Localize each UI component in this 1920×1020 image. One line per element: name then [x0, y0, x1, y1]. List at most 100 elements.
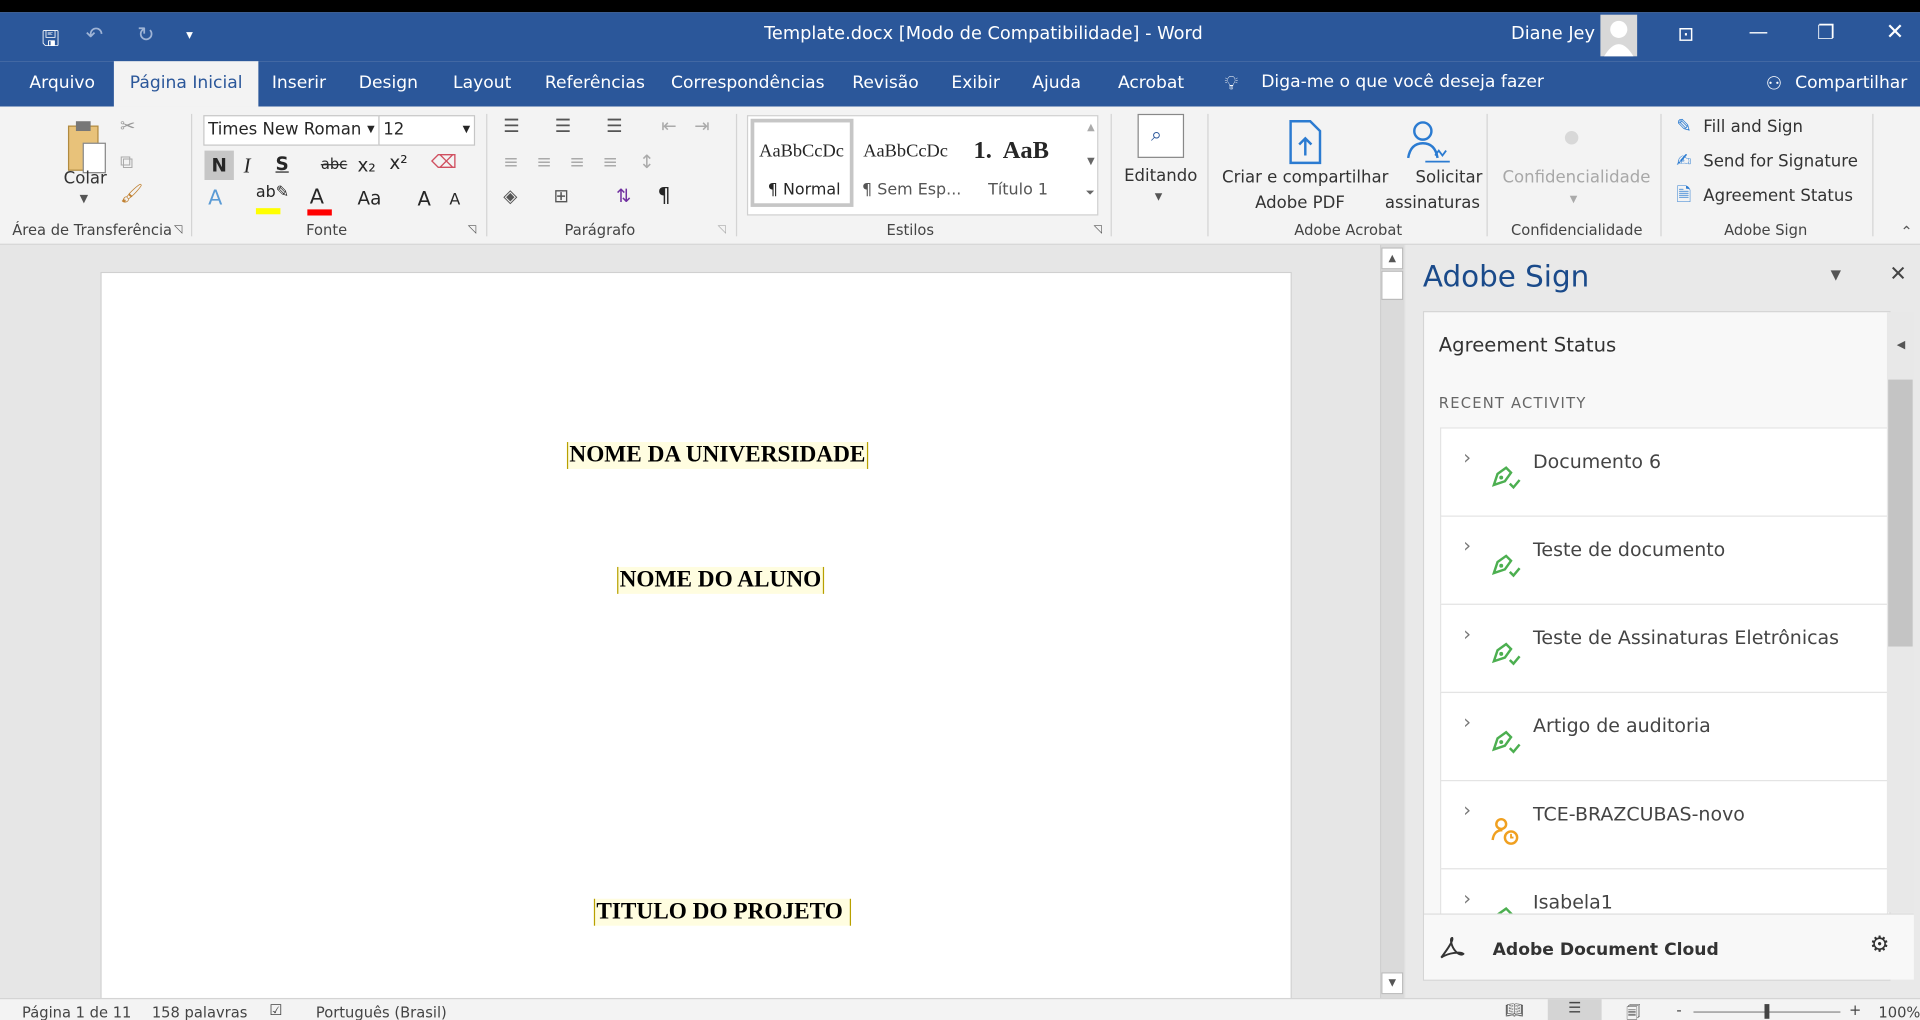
- highlight-button[interactable]: ab✎: [255, 184, 289, 215]
- zoom-slider[interactable]: [1693, 1004, 1841, 1019]
- settings-gear-icon[interactable]: ⚙: [1870, 932, 1890, 958]
- tab-referencias[interactable]: Referências: [535, 61, 655, 106]
- tab-layout[interactable]: Layout: [443, 61, 521, 106]
- chevron-right-icon[interactable]: ›: [1463, 446, 1471, 469]
- confidentiality-button[interactable]: Confidencialidade: [1502, 168, 1650, 188]
- numbering-icon[interactable]: ☰: [555, 117, 571, 136]
- bullets-icon[interactable]: ☰: [503, 117, 519, 136]
- style-normal[interactable]: AaBbCcDc ¶ Normal: [750, 118, 854, 207]
- request-signatures-button[interactable]: Solicitar: [1416, 168, 1483, 188]
- font-size-select[interactable]: 12 ▼: [378, 115, 476, 146]
- close-icon[interactable]: ✕: [1886, 20, 1904, 46]
- proofing-icon[interactable]: ☑: [269, 1002, 282, 1019]
- send-for-signature-button[interactable]: Send for Signature: [1703, 152, 1858, 172]
- ribbon-display-icon[interactable]: ⊡: [1678, 22, 1694, 45]
- italic-button[interactable]: I: [244, 154, 251, 178]
- underline-button[interactable]: S: [276, 153, 289, 175]
- editing-button[interactable]: Editando: [1124, 167, 1197, 187]
- styles-launcher-icon[interactable]: ◹: [1093, 225, 1101, 236]
- format-painter-icon[interactable]: 🖌︎: [120, 184, 143, 203]
- shrink-font-button[interactable]: A: [449, 191, 460, 209]
- editing-dropdown-icon[interactable]: ▼: [1155, 192, 1163, 202]
- zoom-in-button[interactable]: +: [1849, 1002, 1861, 1019]
- pane-close-icon[interactable]: ✕: [1889, 262, 1906, 286]
- chevron-right-icon[interactable]: ›: [1463, 534, 1471, 557]
- superscript-button[interactable]: x²: [389, 152, 407, 174]
- paste-icon[interactable]: [66, 119, 108, 175]
- page-count[interactable]: Página 1 de 11: [22, 1004, 131, 1020]
- tab-revisao[interactable]: Revisão: [842, 61, 928, 106]
- font-name-select[interactable]: Times New Roman ▼: [203, 115, 380, 146]
- strikethrough-button[interactable]: abc: [321, 156, 347, 173]
- chevron-right-icon[interactable]: ›: [1463, 798, 1471, 821]
- activity-item[interactable]: › TCE-BRAZCUBAS-novo: [1440, 780, 1889, 870]
- tab-ajuda[interactable]: Ajuda: [1022, 61, 1090, 106]
- word-count[interactable]: 158 palavras: [152, 1004, 248, 1020]
- document-page[interactable]: NOME DA UNIVERSIDADE NOME DO ALUNO TITUL…: [100, 271, 1292, 1009]
- paragraph-launcher-icon[interactable]: ◹: [718, 225, 726, 236]
- tab-inserir[interactable]: Inserir: [262, 61, 336, 106]
- increase-indent-icon[interactable]: ⇥: [694, 117, 709, 136]
- sort-icon[interactable]: ⇅: [616, 187, 631, 205]
- chevron-right-icon[interactable]: ›: [1463, 622, 1471, 645]
- borders-icon[interactable]: ⊞: [553, 187, 568, 205]
- minimize-icon[interactable]: —: [1749, 20, 1769, 43]
- tab-arquivo[interactable]: Arquivo: [20, 61, 105, 106]
- grow-font-button[interactable]: A: [418, 187, 431, 210]
- print-layout-icon[interactable]: ☰: [1547, 999, 1602, 1020]
- styles-scroll-down-icon[interactable]: ▼: [1087, 156, 1095, 167]
- undo-icon[interactable]: ↶: [86, 23, 103, 47]
- vertical-scrollbar[interactable]: ▲ ▼: [1380, 244, 1405, 998]
- search-icon[interactable]: ⌕: [1137, 113, 1185, 158]
- activity-item[interactable]: › Teste de documento: [1440, 515, 1889, 605]
- create-pdf-button[interactable]: Criar e compartilhar: [1222, 168, 1388, 188]
- font-color-button[interactable]: A: [307, 185, 332, 216]
- bold-button[interactable]: N: [204, 150, 234, 181]
- university-placeholder[interactable]: NOME DA UNIVERSIDADE: [566, 442, 868, 469]
- activity-item[interactable]: › Teste de Assinaturas Eletrônicas: [1440, 603, 1889, 694]
- pane-options-icon[interactable]: ▼: [1831, 267, 1841, 283]
- pane-scroll-thumb[interactable]: [1888, 379, 1913, 647]
- tab-acrobat[interactable]: Acrobat: [1108, 61, 1194, 106]
- shading-icon[interactable]: ◈: [503, 187, 517, 205]
- line-spacing-icon[interactable]: ↕: [639, 152, 654, 171]
- student-placeholder[interactable]: NOME DO ALUNO: [617, 566, 824, 594]
- scroll-down-button[interactable]: ▼: [1381, 972, 1404, 995]
- show-marks-button[interactable]: ¶: [658, 184, 671, 208]
- subscript-button[interactable]: x₂: [358, 154, 376, 176]
- styles-scroll-up-icon[interactable]: ▲: [1087, 121, 1095, 132]
- cut-icon[interactable]: ✂: [120, 117, 135, 136]
- font-launcher-icon[interactable]: ◹: [468, 225, 476, 236]
- clear-formatting-icon[interactable]: ⌫: [431, 152, 457, 171]
- tab-correspondencias[interactable]: Correspondências: [661, 61, 834, 106]
- clipboard-launcher-icon[interactable]: ◹: [174, 225, 182, 236]
- fill-and-sign-button[interactable]: Fill and Sign: [1703, 118, 1803, 138]
- read-mode-icon[interactable]: 📖︎: [1505, 1002, 1524, 1019]
- zoom-slider-thumb[interactable]: [1764, 1004, 1770, 1019]
- scroll-thumb[interactable]: [1381, 270, 1404, 301]
- align-right-icon[interactable]: ≡: [569, 152, 584, 171]
- chevron-right-icon[interactable]: ›: [1463, 710, 1471, 733]
- confidentiality-dropdown-icon[interactable]: ▼: [1570, 194, 1578, 205]
- redo-icon[interactable]: ↻: [137, 23, 154, 47]
- justify-icon[interactable]: ≡: [602, 152, 617, 171]
- change-case-button[interactable]: Aa: [358, 187, 382, 209]
- zoom-level[interactable]: 100%: [1878, 1004, 1920, 1020]
- tab-design[interactable]: Design: [349, 61, 428, 106]
- align-center-icon[interactable]: ≡: [536, 152, 551, 171]
- paste-dropdown-icon[interactable]: ▼: [80, 194, 88, 206]
- request-signatures-button-line2[interactable]: assinaturas: [1385, 193, 1480, 213]
- share-button[interactable]: Compartilhar: [1795, 73, 1907, 93]
- avatar[interactable]: [1600, 14, 1638, 57]
- activity-item[interactable]: › Artigo de auditoria: [1440, 691, 1889, 782]
- paste-button[interactable]: Colar: [64, 169, 107, 189]
- user-name[interactable]: Diane Jey: [1511, 24, 1595, 44]
- zoom-out-button[interactable]: -: [1676, 1002, 1681, 1019]
- restore-icon[interactable]: ❐: [1817, 21, 1835, 44]
- text-effects-icon[interactable]: A: [208, 186, 222, 210]
- save-icon[interactable]: 🖫: [42, 23, 60, 59]
- style-no-spacing[interactable]: AaBbCcDc ¶ Sem Esp...: [856, 119, 966, 207]
- tell-me-input[interactable]: Diga-me o que você deseja fazer: [1261, 72, 1544, 92]
- create-pdf-button-line2[interactable]: Adobe PDF: [1255, 193, 1345, 213]
- collapse-ribbon-icon[interactable]: ⌃: [1900, 224, 1912, 239]
